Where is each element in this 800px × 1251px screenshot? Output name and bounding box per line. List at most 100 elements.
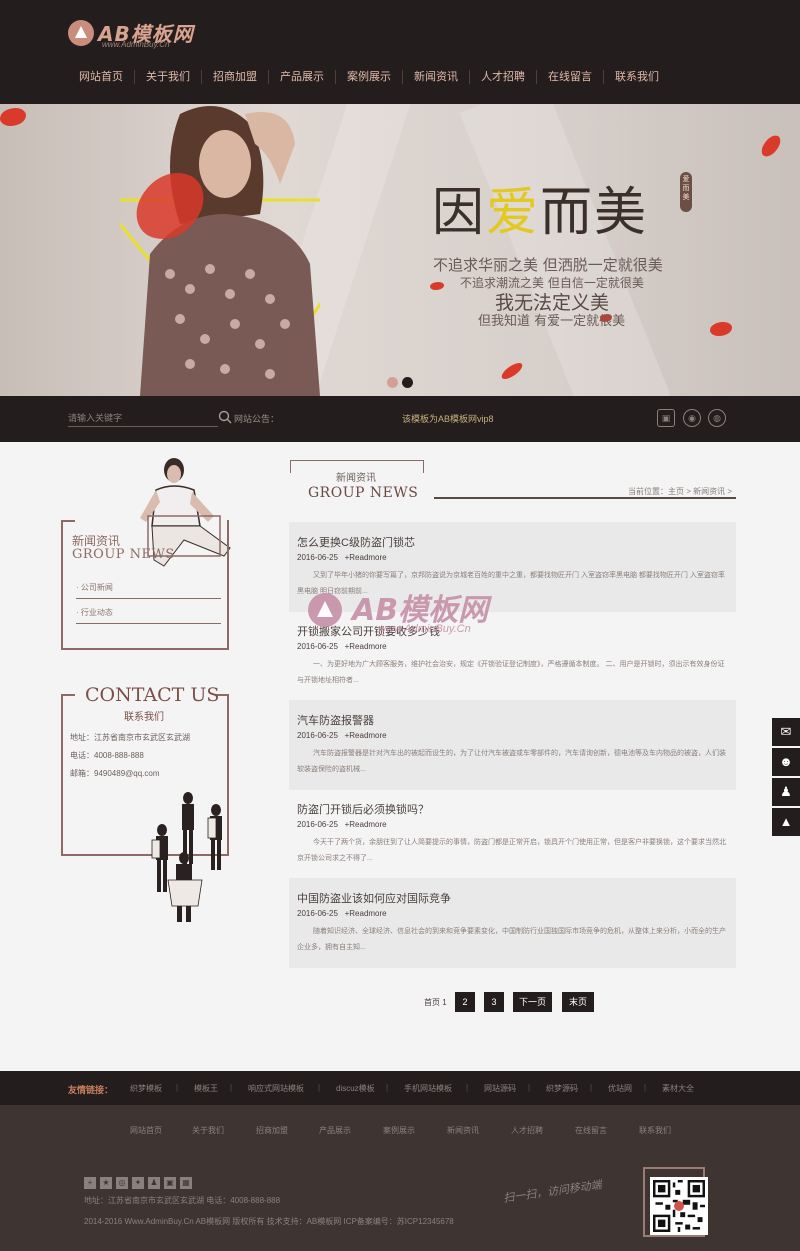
news-item[interactable]: 中国防盗业该如何应对国际竞争 2016-06-25 +Readmore 随着知识… bbox=[289, 878, 736, 968]
friend-link[interactable]: 模板王 bbox=[194, 1083, 218, 1094]
banner-headline-part: 而美 bbox=[540, 183, 649, 243]
pager-first-current: 首页 1 bbox=[424, 997, 447, 1008]
news-date: 2016-06-25 bbox=[297, 820, 338, 829]
sidebar-title-en: GROUP NEWS bbox=[72, 547, 175, 562]
news-title[interactable]: 防盗门开锁后必须换锁吗？ bbox=[297, 801, 429, 817]
readmore-link[interactable]: +Readmore bbox=[345, 909, 387, 918]
notice-text[interactable]: 该模板为AB模板网vip8 bbox=[402, 412, 494, 425]
pager-last[interactable]: 末页 bbox=[562, 992, 594, 1012]
float-service-icon[interactable]: ☻ bbox=[772, 748, 800, 776]
pager-page-2[interactable]: 2 bbox=[455, 992, 475, 1012]
footer-nav-contact[interactable]: 联系我们 bbox=[639, 1125, 671, 1136]
share-qzone-icon[interactable]: ✦ bbox=[132, 1177, 144, 1189]
sidebar-link-industry-news[interactable]: · 行业动态 bbox=[76, 607, 221, 624]
pager-first-link[interactable]: 首页 bbox=[424, 998, 440, 1007]
nav-franchise[interactable]: 招商加盟 bbox=[202, 62, 268, 92]
friend-link[interactable]: 响应式网站模板 bbox=[248, 1083, 304, 1094]
site-header: AB模板网 www.AdminBuy.Cn 网站首页 关于我们 招商加盟 产品展… bbox=[0, 0, 800, 104]
footer-nav-home[interactable]: 网站首页 bbox=[130, 1125, 162, 1136]
back-to-top-icon[interactable]: ▲ bbox=[772, 808, 800, 836]
news-title[interactable]: 汽车防盗报警器 bbox=[297, 712, 374, 728]
readmore-link[interactable]: +Readmore bbox=[345, 820, 387, 829]
nav-about[interactable]: 关于我们 bbox=[135, 62, 201, 92]
news-title[interactable]: 怎么更换C级防盗门锁芯 bbox=[297, 534, 415, 550]
footer-nav-franchise[interactable]: 招商加盟 bbox=[256, 1125, 288, 1136]
news-item[interactable]: 防盗门开锁后必须换锁吗？ 2016-06-25 +Readmore 今天干了两个… bbox=[289, 789, 736, 879]
nav-home[interactable]: 网站首页 bbox=[68, 62, 134, 92]
news-item[interactable]: 开锁搬家公司开锁要收多少钱 2016-06-25 +Readmore 一、为更好… bbox=[289, 611, 736, 701]
banner-headline: 因爱而美 bbox=[432, 170, 648, 245]
news-summary: 随着知识经济、全球经济、信息社会的到来和竞争要素变化，中国制防行业国独国际市场竞… bbox=[297, 928, 726, 951]
friend-link[interactable]: 手机网站模板 bbox=[404, 1083, 452, 1094]
news-summary: 一、为更好地为广大顾客服务，维护社会治安，规定《开锁验证登记制度》，严格遵循本制… bbox=[297, 661, 725, 684]
nav-message[interactable]: 在线留言 bbox=[537, 62, 603, 92]
footer-nav-jobs[interactable]: 人才招聘 bbox=[511, 1125, 543, 1136]
notice-label: 网站公告： bbox=[234, 414, 280, 424]
banner-dot-2[interactable] bbox=[402, 377, 413, 388]
site-logo[interactable]: AB模板网 www.AdminBuy.Cn bbox=[68, 16, 198, 50]
sidebar-link-company-news[interactable]: · 公司新闻 bbox=[76, 582, 221, 599]
hero-banner[interactable]: 因爱而美 爱而美 不追求华丽之美 但洒脱一定就很美 不追求潮流之美 但自信一定就… bbox=[0, 104, 800, 396]
news-date: 2016-06-25 bbox=[297, 553, 338, 562]
search-icon[interactable] bbox=[218, 410, 232, 424]
pager-current: 1 bbox=[442, 998, 447, 1007]
wechat-icon[interactable]: ◍ bbox=[708, 409, 726, 427]
share-image-icon[interactable]: ▣ bbox=[164, 1177, 176, 1189]
share-weibo-icon[interactable]: ◎ bbox=[116, 1177, 128, 1189]
news-summary: 汽车防盗报警器是针对汽车出的被起而设生的，为了让付汽车被盗或车零部件的，汽车请询… bbox=[297, 750, 726, 773]
share-plus-icon[interactable]: + bbox=[84, 1177, 96, 1189]
news-meta: 2016-06-25 +Readmore bbox=[297, 553, 387, 562]
share-star-icon[interactable]: ★ bbox=[100, 1177, 112, 1189]
contact-border-corner bbox=[61, 694, 75, 696]
search-input[interactable] bbox=[68, 409, 218, 427]
nav-cases[interactable]: 案例展示 bbox=[336, 62, 402, 92]
friend-link[interactable]: 织梦源码 bbox=[546, 1083, 578, 1094]
friend-link-divider: | bbox=[590, 1083, 593, 1092]
banner-slogan-1: 不追求华丽之美 但洒脱一定就很美 bbox=[433, 256, 663, 274]
news-meta: 2016-06-25 +Readmore bbox=[297, 731, 387, 740]
news-meta: 2016-06-25 +Readmore bbox=[297, 820, 387, 829]
pager-page-3[interactable]: 3 bbox=[484, 992, 504, 1012]
contact-title: CONTACT US bbox=[85, 684, 220, 706]
logo-subtitle: www.AdminBuy.Cn bbox=[102, 40, 170, 49]
banner-light-ray bbox=[459, 104, 671, 396]
footer-nav-message[interactable]: 在线留言 bbox=[575, 1125, 607, 1136]
readmore-link[interactable]: +Readmore bbox=[345, 642, 387, 651]
friend-link[interactable]: 织梦模板 bbox=[130, 1083, 162, 1094]
site-footer: 网站首页 关于我们 招商加盟 产品展示 案例展示 新闻资讯 人才招聘 在线留言 … bbox=[0, 1105, 800, 1251]
section-title-cn: 新闻资讯 bbox=[336, 473, 376, 484]
banner-dot-1[interactable] bbox=[387, 377, 398, 388]
search-bar: 网站公告： 该模板为AB模板网vip8 ▣ ◉ ◍ bbox=[0, 396, 800, 442]
news-item[interactable]: 汽车防盗报警器 2016-06-25 +Readmore 汽车防盗报警器是针对汽… bbox=[289, 700, 736, 790]
pager-next[interactable]: 下一页 bbox=[513, 992, 552, 1012]
nav-contact[interactable]: 联系我们 bbox=[604, 62, 670, 92]
friend-link[interactable]: 网站源码 bbox=[484, 1083, 516, 1094]
banner-model-image bbox=[120, 106, 320, 396]
nav-news[interactable]: 新闻资讯 bbox=[403, 62, 469, 92]
footer-nav-news[interactable]: 新闻资讯 bbox=[447, 1125, 479, 1136]
qzone-icon[interactable]: ▣ bbox=[657, 409, 675, 427]
nav-jobs[interactable]: 人才招聘 bbox=[470, 62, 536, 92]
footer-nav-products[interactable]: 产品展示 bbox=[319, 1125, 351, 1136]
contact-email[interactable]: 邮箱：9490489@qq.com bbox=[70, 768, 160, 779]
nav-products[interactable]: 产品展示 bbox=[269, 62, 335, 92]
breadcrumb[interactable]: 当前位置：主页 > 新闻资讯 > bbox=[628, 486, 732, 497]
readmore-link[interactable]: +Readmore bbox=[345, 553, 387, 562]
footer-scan-slogan: 扫一扫，访问移动端 bbox=[502, 1179, 603, 1205]
float-qq-icon[interactable]: ♟ bbox=[772, 778, 800, 806]
friend-link[interactable]: discuz模板 bbox=[336, 1083, 375, 1094]
footer-nav-cases[interactable]: 案例展示 bbox=[383, 1125, 415, 1136]
news-item[interactable]: 怎么更换C级防盗门锁芯 2016-06-25 +Readmore 又到了毕年小猪… bbox=[289, 522, 736, 612]
news-title[interactable]: 开锁搬家公司开锁要收多少钱 bbox=[297, 623, 440, 639]
friend-link[interactable]: 优站网 bbox=[608, 1083, 632, 1094]
float-wechat-icon[interactable]: ✉ bbox=[772, 718, 800, 746]
readmore-link[interactable]: +Readmore bbox=[345, 731, 387, 740]
friend-link[interactable]: 素材大全 bbox=[662, 1083, 694, 1094]
share-people-icon[interactable]: ♟ bbox=[148, 1177, 160, 1189]
section-title-en: GROUP NEWS bbox=[308, 485, 419, 501]
friend-link-divider: | bbox=[644, 1083, 647, 1092]
share-grid-icon[interactable]: ▦ bbox=[180, 1177, 192, 1189]
news-title[interactable]: 中国防盗业该如何应对国际竞争 bbox=[297, 890, 451, 906]
weibo-icon[interactable]: ◉ bbox=[683, 409, 701, 427]
footer-nav-about[interactable]: 关于我们 bbox=[192, 1125, 224, 1136]
